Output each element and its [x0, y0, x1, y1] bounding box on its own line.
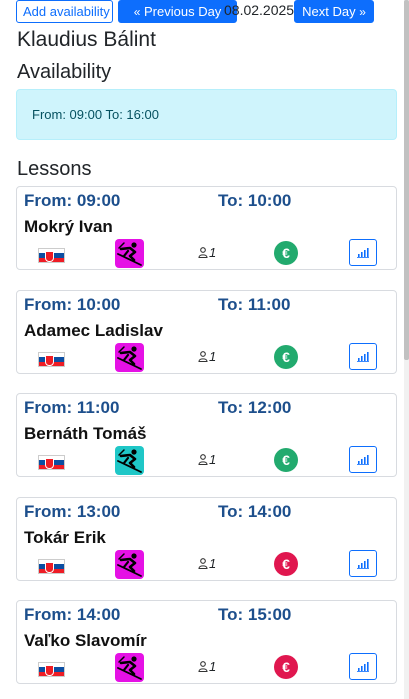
persons-number: 1	[209, 245, 217, 260]
person-icon	[198, 351, 208, 363]
lesson-from-time: From: 10:00	[24, 295, 121, 314]
slovakia-flag-icon	[38, 662, 65, 677]
bar-chart-icon	[357, 248, 369, 258]
persons-count: 1	[198, 659, 216, 675]
ski-icon	[115, 343, 144, 372]
payment-paid-icon: €	[274, 448, 298, 472]
person-icon	[198, 558, 208, 570]
availability-alert: From: 09:00 To: 16:00	[16, 89, 397, 140]
lesson-to-time: To: 11:00	[218, 295, 291, 314]
payment-unpaid-icon: €	[274, 552, 298, 576]
person-icon	[198, 454, 208, 466]
lesson-card[interactable]: From: 09:00 To: 10:00 Mokrý Ivan 1 €	[16, 186, 397, 270]
next-day-button[interactable]: Next Day »	[294, 0, 374, 23]
availability-text: From: 09:00 To: 16:00	[32, 107, 159, 122]
payment-paid-icon: €	[274, 241, 298, 265]
chevrons-right-icon: »	[359, 5, 366, 19]
slovakia-flag-icon	[38, 559, 65, 574]
previous-day-button[interactable]: « Previous Day	[118, 0, 237, 23]
persons-count: 1	[198, 245, 216, 261]
lesson-card[interactable]: From: 14:00 To: 15:00 Vaľko Slavomír 1 €	[16, 600, 397, 684]
student-name: Vaľko Slavomír	[24, 631, 147, 650]
previous-day-label: Previous Day	[144, 4, 222, 19]
ski-icon	[115, 550, 144, 579]
lesson-from-time: From: 13:00	[24, 502, 121, 521]
persons-count: 1	[198, 556, 216, 572]
persons-count: 1	[198, 349, 216, 365]
next-day-label: Next Day	[302, 4, 356, 19]
lesson-to-time: To: 12:00	[218, 398, 292, 417]
lesson-from-time: From: 11:00	[24, 398, 120, 417]
bar-chart-icon	[357, 559, 369, 569]
lesson-card[interactable]: From: 11:00 To: 12:00 Bernáth Tomáš 1 €	[16, 393, 397, 477]
chevrons-left-icon: «	[133, 5, 141, 19]
current-date: 08.02.2025	[224, 2, 295, 18]
persons-number: 1	[209, 349, 217, 364]
student-name: Bernáth Tomáš	[24, 424, 147, 443]
person-icon	[198, 247, 208, 259]
person-icon	[198, 661, 208, 673]
scrollbar-thumb[interactable]	[404, 0, 409, 360]
level-chart-button[interactable]	[349, 343, 377, 370]
add-availability-button[interactable]: Add availability	[16, 0, 113, 23]
ski-icon	[115, 446, 144, 475]
persons-number: 1	[209, 556, 217, 571]
lesson-to-time: To: 14:00	[218, 502, 292, 521]
ski-icon	[115, 653, 144, 682]
persons-count: 1	[198, 452, 216, 468]
payment-paid-icon: €	[274, 345, 298, 369]
payment-unpaid-icon: €	[274, 655, 298, 679]
bar-chart-icon	[357, 662, 369, 672]
level-chart-button[interactable]	[349, 446, 377, 473]
lesson-to-time: To: 15:00	[218, 605, 292, 624]
lessons-title: Lessons	[17, 158, 92, 180]
lesson-from-time: From: 14:00	[24, 605, 121, 624]
bar-chart-icon	[357, 352, 369, 362]
persons-number: 1	[209, 452, 217, 467]
availability-title: Availability	[17, 61, 112, 83]
lesson-from-time: From: 09:00	[24, 191, 121, 210]
day-toolbar: Add availability « Previous Day 08.02.20…	[16, 0, 409, 23]
lesson-to-time: To: 10:00	[218, 191, 292, 210]
student-name: Mokrý Ivan	[24, 217, 113, 236]
level-chart-button[interactable]	[349, 239, 377, 266]
persons-number: 1	[209, 659, 217, 674]
level-chart-button[interactable]	[349, 550, 377, 577]
slovakia-flag-icon	[38, 352, 65, 367]
instructor-name: Klaudius Bálint	[17, 28, 156, 51]
student-name: Tokár Erik	[24, 528, 106, 547]
level-chart-button[interactable]	[349, 653, 377, 680]
slovakia-flag-icon	[38, 455, 65, 470]
ski-icon	[115, 239, 144, 268]
lesson-card[interactable]: From: 10:00 To: 11:00 Adamec Ladislav 1 …	[16, 290, 397, 374]
scrollbar[interactable]	[404, 0, 409, 699]
student-name: Adamec Ladislav	[24, 321, 163, 340]
bar-chart-icon	[357, 455, 369, 465]
lesson-card[interactable]: From: 13:00 To: 14:00 Tokár Erik 1 €	[16, 497, 397, 581]
slovakia-flag-icon	[38, 248, 65, 263]
